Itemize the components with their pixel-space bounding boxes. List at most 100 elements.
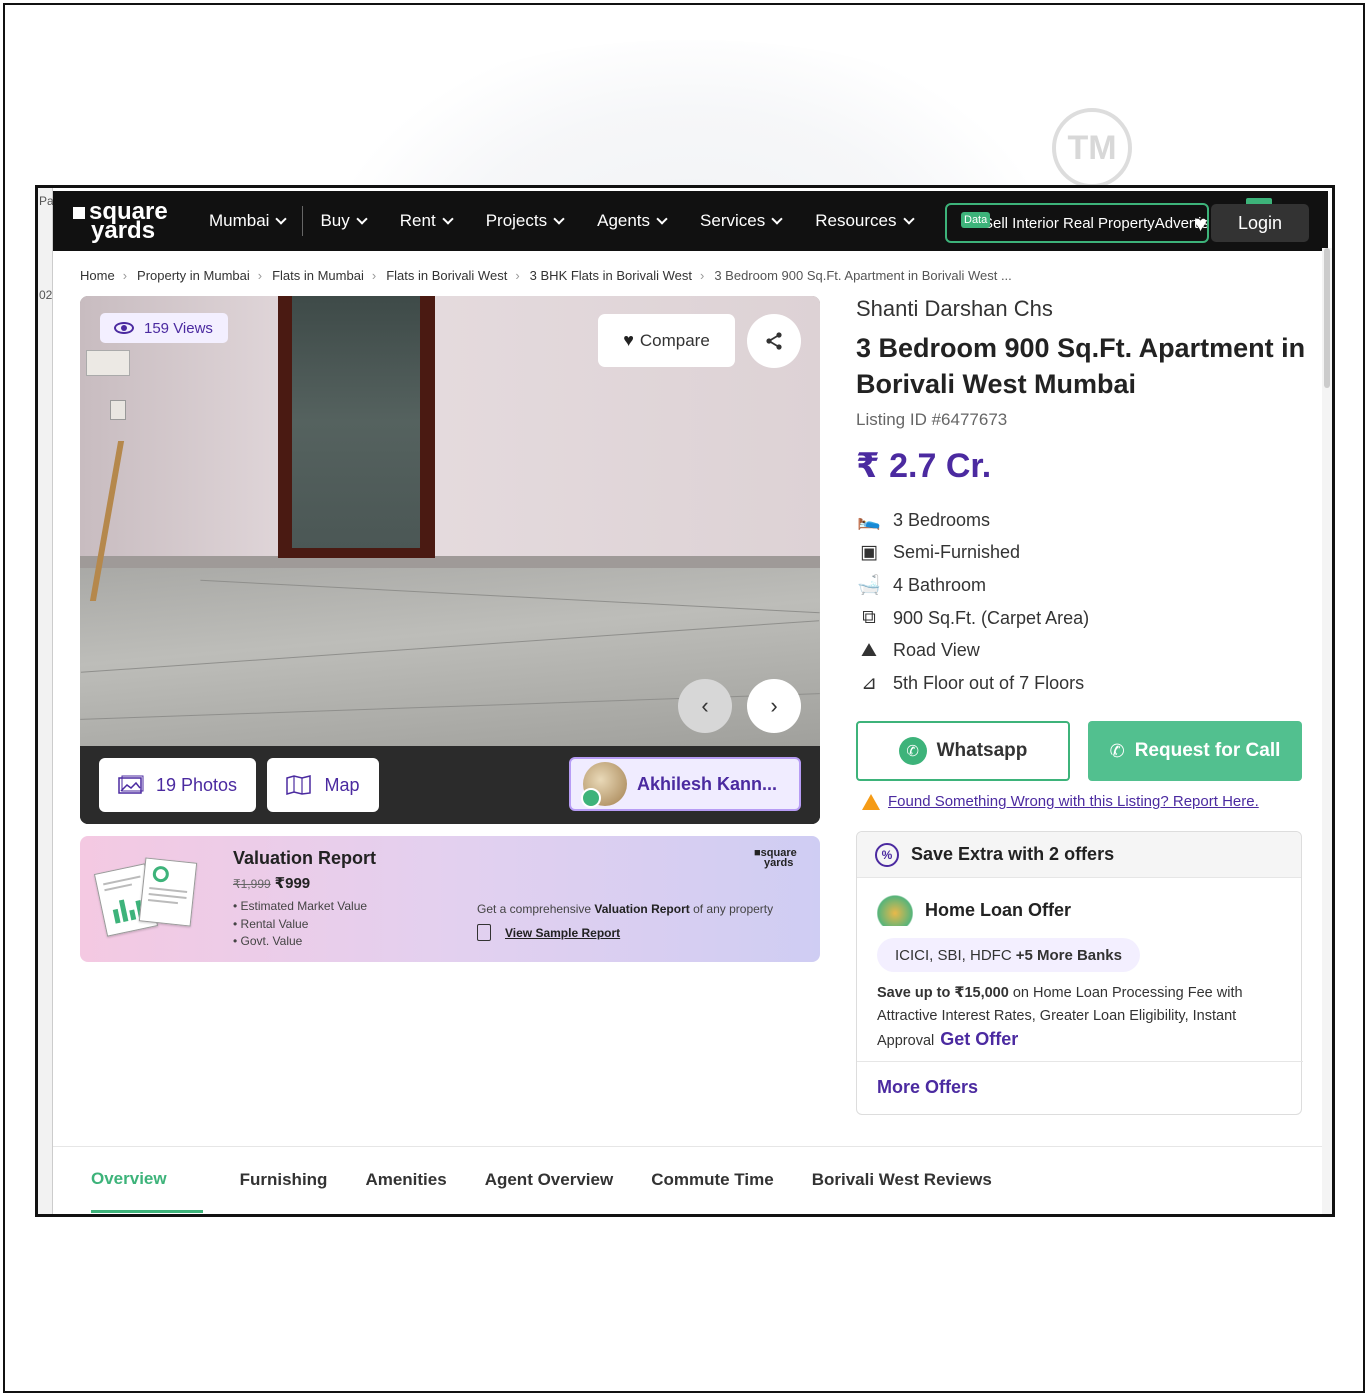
request-call-button[interactable]: ✆ Request for Call	[1088, 721, 1302, 781]
share-icon	[766, 332, 782, 350]
photo-door	[278, 296, 435, 558]
nav-item-label: Projects	[485, 211, 548, 230]
scrollbar-thumb[interactable]	[1324, 248, 1330, 388]
compare-label: Compare	[639, 330, 710, 350]
whatsapp-button[interactable]: ✆ Whatsapp	[856, 721, 1070, 781]
listing-id: Listing ID #6477673	[856, 410, 1008, 429]
nav-item-mumbai[interactable]: Mumbai	[209, 206, 304, 236]
data-badge: Data	[961, 212, 991, 228]
map-icon	[286, 775, 312, 795]
chevron-right-icon: ›	[699, 268, 705, 283]
nav-item-projects[interactable]: Projects	[469, 206, 580, 236]
photos-button[interactable]: 19 Photos	[99, 758, 256, 812]
spec-floor: ⊿ 5th Floor out of 7 Floors	[856, 667, 1306, 700]
floor-icon: ⊿	[861, 672, 877, 694]
tab-commute-time[interactable]: Commute Time	[636, 1147, 789, 1213]
squareyards-mini-logo: ■square yards	[754, 847, 797, 869]
chevron-down-icon	[275, 212, 288, 225]
left-side-strip: Pa 02	[38, 188, 54, 1214]
desc-bold: Valuation Report	[594, 902, 690, 916]
home-loan-title-text: Home Loan Offer	[925, 899, 1072, 920]
next-photo-button[interactable]: ›	[747, 679, 801, 733]
views-count-pill: 159 Views	[100, 313, 228, 343]
whatsapp-label: Whatsapp	[936, 740, 1028, 761]
spec-text: 3 Bedrooms	[893, 509, 991, 530]
tab-borivali-reviews[interactable]: Borivali West Reviews	[797, 1147, 1007, 1213]
nav-extra-text: Sell Interior Real PropertyAdvertise w	[983, 214, 1209, 232]
doc-line	[147, 898, 178, 905]
spec-text: 5th Floor out of 7 Floors	[893, 672, 1085, 693]
previous-photo-button[interactable]: ‹	[678, 679, 732, 733]
chevron-right-icon: ›	[515, 268, 520, 283]
document-icon	[477, 924, 491, 941]
photos-label: 19 Photos	[155, 774, 238, 795]
chevron-down-icon	[553, 212, 565, 225]
share-button[interactable]	[747, 314, 801, 368]
chevron-left-icon: ‹	[701, 693, 709, 718]
nav-item-resources[interactable]: Resources	[798, 206, 929, 236]
bed-icon: 🛌	[857, 510, 881, 532]
photo-door-glass	[292, 296, 420, 548]
valuation-description: Get a comprehensive Valuation Report of …	[477, 902, 773, 916]
top-navbar: square yards Mumbai Buy Rent Projects Ag…	[53, 191, 1328, 251]
property-specs: 🛌 3 Bedrooms ▣ Semi-Furnished 🛁 4 Bathroom …	[856, 504, 1306, 700]
breadcrumb-property-mumbai[interactable]: Property in Mumbai	[137, 268, 250, 283]
tab-agent-overview[interactable]: Agent Overview	[470, 1147, 629, 1213]
nav-item-services[interactable]: Services	[683, 206, 798, 236]
photo-socket	[110, 400, 126, 420]
doc-line	[148, 892, 187, 899]
breadcrumb-home[interactable]: Home	[80, 268, 115, 283]
nav-item-label: Agents	[597, 211, 651, 230]
nav-item-label: Resources	[815, 211, 897, 230]
chevron-down-icon	[442, 212, 454, 225]
nav-sell-advertise-button[interactable]: Data Sell Interior Real PropertyAdvertis…	[945, 203, 1209, 243]
squareyards-logo[interactable]: square yards	[73, 200, 191, 244]
tab-furnishing[interactable]: Furnishing	[225, 1147, 343, 1213]
doc-line	[104, 883, 133, 892]
list-item: Estimated Market Value	[233, 898, 368, 916]
request-call-label: Request for Call	[1134, 740, 1281, 761]
listing-price: ₹ 2.7 Cr.	[856, 447, 992, 485]
tab-overview[interactable]: Overview	[91, 1147, 203, 1213]
heart-icon[interactable]: ♥	[1194, 211, 1207, 237]
scrollbar[interactable]	[1322, 248, 1332, 1214]
breadcrumb-flats-mumbai[interactable]: Flats in Mumbai	[272, 268, 364, 283]
chevron-right-icon: ›	[371, 268, 377, 283]
breadcrumb-3bhk-borivali[interactable]: 3 BHK Flats in Borivali West	[530, 268, 692, 283]
eye-icon	[114, 322, 134, 334]
spec-text: Road View	[893, 640, 980, 661]
spec-view: ⛰ Road View	[856, 634, 1306, 667]
breadcrumb-flats-borivali[interactable]: Flats in Borivali West	[386, 268, 507, 283]
valuation-old-price: ₹1,999	[233, 877, 271, 891]
bathtub-icon: 🛁	[857, 575, 881, 597]
valuation-new-price: ₹999	[274, 875, 311, 892]
nav-item-buy[interactable]: Buy	[303, 206, 382, 236]
nav-item-agents[interactable]: Agents	[580, 206, 683, 236]
banks-pill: ICICI, SBI, HDFC +5 More Banks	[877, 938, 1140, 972]
listing-title: 3 Bedroom 900 Sq.Ft. Apartment in Boriva…	[856, 333, 1306, 399]
report-listing-link[interactable]: Found Something Wrong with this Listing?…	[862, 793, 1259, 810]
spec-text: 900 Sq.Ft. (Carpet Area)	[893, 607, 1090, 628]
chevron-down-icon	[771, 212, 783, 225]
sofa-icon: ▣	[860, 542, 878, 564]
doc-bar	[118, 899, 129, 922]
tab-amenities[interactable]: Amenities	[350, 1147, 461, 1213]
loan-offer-text: Save up to ₹15,000 on Home Loan Processi…	[877, 982, 1283, 1053]
map-button[interactable]: Map	[267, 758, 379, 812]
view-sample-report-link[interactable]: View Sample Report	[477, 924, 620, 941]
doc-illustration	[138, 857, 198, 927]
login-button[interactable]: Login	[1211, 204, 1309, 242]
doc-line	[149, 887, 188, 893]
agent-button[interactable]: Akhilesh Kann...	[569, 757, 801, 811]
section-tabs-bar: Overview Furnishing Amenities Agent Over…	[53, 1146, 1328, 1214]
more-offers-link[interactable]: More Offers	[877, 1077, 978, 1098]
chevron-right-icon: ›	[770, 693, 778, 718]
compare-button[interactable]: ♥ Compare	[598, 314, 735, 367]
nav-item-rent[interactable]: Rent	[383, 206, 469, 236]
get-offer-link[interactable]: Get Offer	[940, 1029, 1018, 1049]
valuation-title: Valuation Report	[233, 848, 377, 868]
banks-more: +5 More Banks	[1015, 946, 1122, 964]
valuation-report-banner[interactable]: Valuation Report ₹1,999₹999 Estimated Ma…	[80, 836, 820, 962]
logo-bottom-text: yards	[91, 217, 156, 244]
gallery-bottom-bar: 19 Photos Map Akhilesh Kann...	[80, 746, 820, 824]
